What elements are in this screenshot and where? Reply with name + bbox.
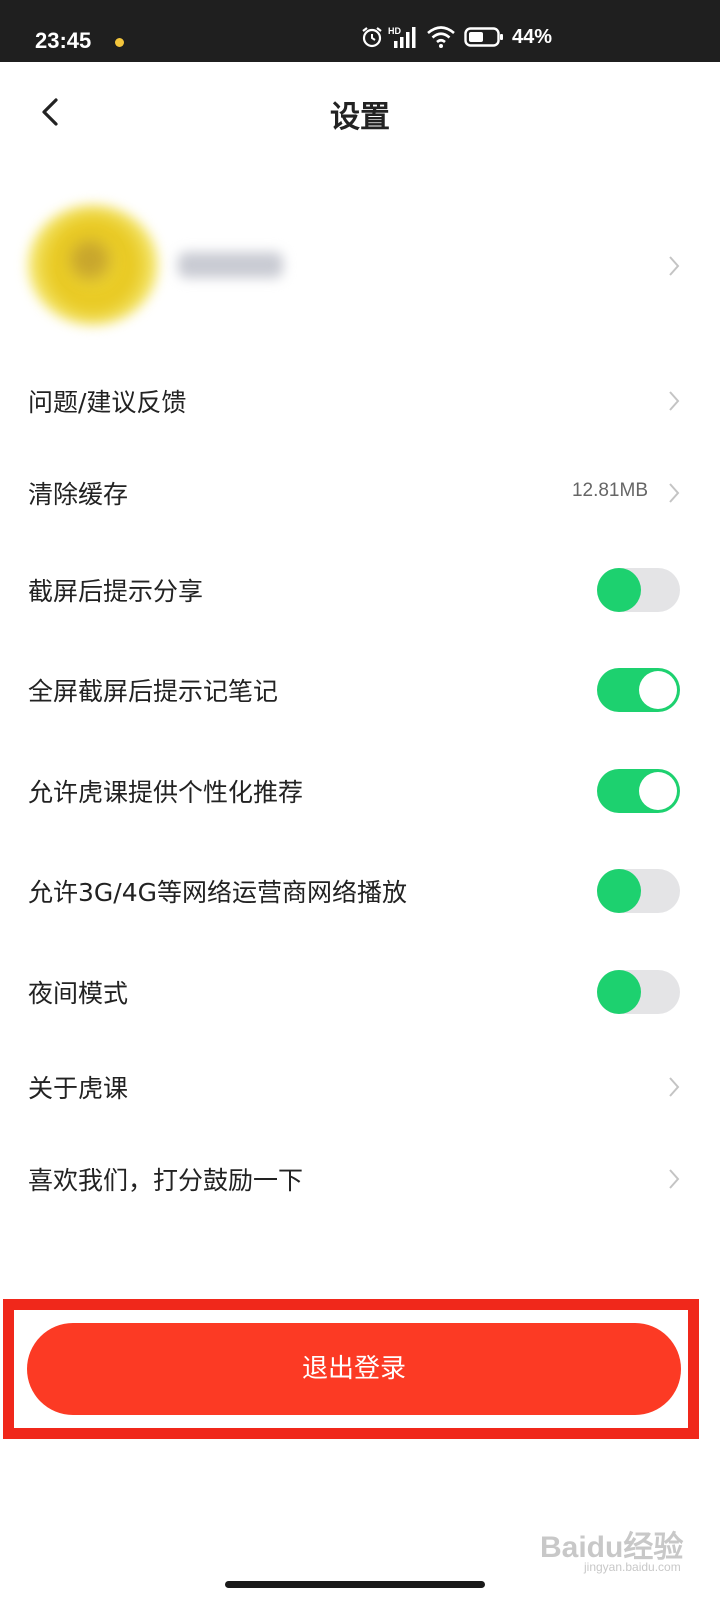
toggle-knob [639, 772, 677, 810]
settings-item-label: 允许3G/4G等网络运营商网络播放 [28, 878, 407, 907]
watermark-sub: jingyan.baidu.com [584, 1560, 681, 1574]
chevron-right-icon [669, 256, 680, 276]
chevron-right-icon [669, 1169, 680, 1189]
settings-item-rate[interactable]: 喜欢我们，打分鼓励一下 [0, 1131, 720, 1227]
chevron-right-icon [669, 1077, 680, 1097]
settings-item-fullscreen-notes: 全屏截屏后提示记笔记 [0, 642, 720, 738]
screenshot-share-toggle[interactable] [597, 568, 680, 612]
status-time: 23:45 [35, 28, 92, 53]
settings-item-about[interactable]: 关于虎课 [0, 1039, 720, 1135]
personalized-toggle[interactable] [597, 769, 680, 813]
fullscreen-notes-toggle[interactable] [597, 668, 680, 712]
toggle-knob [639, 671, 677, 709]
username-blurred [178, 252, 283, 278]
settings-item-label: 夜间模式 [28, 979, 129, 1008]
page-title: 设置 [330, 100, 390, 135]
profile-row[interactable] [0, 195, 720, 337]
logout-button[interactable]: 退出登录 [27, 1323, 681, 1415]
settings-item-clear-cache[interactable]: 清除缓存 12.81MB [0, 445, 720, 541]
night-mode-toggle[interactable] [597, 970, 680, 1014]
settings-item-personalized: 允许虎课提供个性化推荐 [0, 743, 720, 839]
battery-percent: 44% [512, 25, 553, 48]
toggle-knob [597, 869, 641, 913]
wifi-icon [427, 26, 455, 48]
hd-badge: HD [388, 26, 401, 36]
settings-item-feedback[interactable]: 问题/建议反馈 [0, 353, 720, 449]
mobile-network-toggle[interactable] [597, 869, 680, 913]
toggle-knob [597, 568, 641, 612]
alarm-icon [362, 27, 382, 48]
settings-item-mobile-network: 允许3G/4G等网络运营商网络播放 [0, 843, 720, 939]
settings-item-label: 关于虎课 [28, 1074, 129, 1103]
home-indicator[interactable] [225, 1581, 485, 1588]
cache-size: 12.81MB [571, 480, 648, 501]
notification-dot-icon [115, 38, 124, 47]
settings-item-screenshot-share: 截屏后提示分享 [0, 542, 720, 638]
settings-item-label: 全屏截屏后提示记笔记 [28, 677, 279, 706]
settings-item-label: 问题/建议反馈 [28, 388, 187, 417]
settings-item-night-mode: 夜间模式 [0, 944, 720, 1040]
avatar-detail [70, 240, 110, 280]
settings-item-label: 清除缓存 [28, 480, 129, 509]
status-bar: 23:45 44% HD [0, 0, 720, 62]
settings-item-label: 允许虎课提供个性化推荐 [28, 778, 304, 807]
settings-item-label: 截屏后提示分享 [28, 577, 204, 606]
chevron-right-icon [669, 483, 680, 503]
settings-item-label: 喜欢我们，打分鼓励一下 [28, 1166, 304, 1195]
header: 设置 [0, 62, 720, 164]
chevron-right-icon [669, 391, 680, 411]
toggle-knob [597, 970, 641, 1014]
battery-icon [464, 27, 503, 47]
